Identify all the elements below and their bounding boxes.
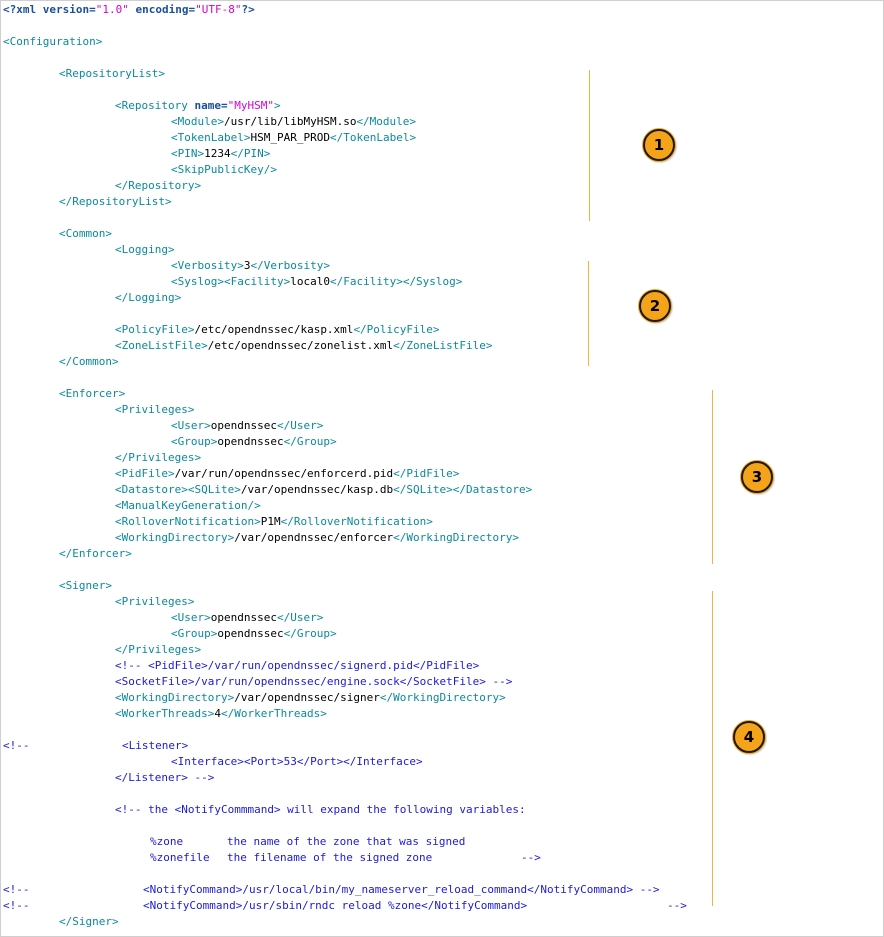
syslog-line: <Syslog><Facility>local0</Facility></Sys…	[171, 275, 463, 288]
notify-command-1-comment-marker: <!--	[3, 883, 30, 896]
listener-comment-open: <!--	[3, 739, 30, 752]
signer-open-tag: <Signer>	[59, 579, 112, 592]
zone-variable: %zone	[150, 835, 184, 848]
section-4-badge: 4	[733, 721, 765, 753]
token-label-line: <TokenLabel>HSM_PAR_PROD</TokenLabel>	[171, 131, 417, 144]
notify-command-2-comment-close: -->	[667, 899, 687, 912]
enforcer-user-line: <User>opendnssec</User>	[171, 419, 324, 432]
manual-key-generation-line: <ManualKeyGeneration/>	[115, 499, 261, 512]
common-open-tag: <Common>	[59, 227, 112, 240]
notify-command-comment: <!-- the <NotifyCommmand> will expand th…	[115, 803, 526, 816]
enforcer-open-tag: <Enforcer>	[59, 387, 126, 400]
xml-declaration: <?xml version="1.0" encoding="UTF-8"?>	[3, 3, 255, 16]
zone-list-file-line: <ZoneListFile>/etc/opendnssec/zonelist.x…	[115, 339, 493, 352]
section-4-bracket	[712, 591, 713, 906]
signer-close-tag: </Signer>	[59, 915, 119, 928]
signer-user-line: <User>opendnssec</User>	[171, 611, 324, 624]
comment-close: -->	[521, 851, 541, 864]
repository-list-close-tag: </RepositoryList>	[59, 195, 172, 208]
enforcer-privileges-open-tag: <Privileges>	[115, 403, 195, 416]
section-1-badge: 1	[643, 129, 675, 161]
notify-command-2-line: <NotifyCommand>/usr/sbin/rndc reload %zo…	[143, 899, 528, 912]
signer-privileges-open-tag: <Privileges>	[115, 595, 195, 608]
enforcer-close-tag: </Enforcer>	[59, 547, 132, 560]
listener-open-tag: <Listener>	[122, 739, 189, 752]
socket-file-comment: <SocketFile>/var/run/opendnssec/engine.s…	[115, 675, 513, 688]
pin-line: <PIN>1234</PIN>	[171, 147, 271, 160]
section-2-bracket	[588, 261, 589, 366]
logging-open-tag: <Logging>	[115, 243, 175, 256]
xml-editor[interactable]: <?xml version="1.0" encoding="UTF-8"?> <…	[0, 0, 884, 937]
logging-close-tag: </Logging>	[115, 291, 182, 304]
verbosity-line: <Verbosity>3</Verbosity>	[171, 259, 330, 272]
signer-privileges-close-tag: </Privileges>	[115, 643, 202, 656]
repository-close-tag: </Repository>	[115, 179, 202, 192]
repository-open-tag: <Repository name="MyHSM">	[115, 99, 281, 112]
module-line: <Module>/usr/lib/libMyHSM.so</Module>	[171, 115, 417, 128]
notify-command-1-line: <NotifyCommand>/usr/local/bin/my_nameser…	[143, 883, 660, 896]
section-1-bracket	[589, 70, 590, 221]
rollover-notification-line: <RolloverNotification>P1M</RolloverNotif…	[115, 515, 433, 528]
configuration-open-tag: <Configuration>	[3, 35, 103, 48]
signer-working-directory-line: <WorkingDirectory>/var/opendnssec/signer…	[115, 691, 506, 704]
notify-command-2-comment-marker: <!--	[3, 899, 30, 912]
pid-file-line: <PidFile>/var/run/opendnssec/enforcerd.p…	[115, 467, 460, 480]
enforcer-working-directory-line: <WorkingDirectory>/var/opendnssec/enforc…	[115, 531, 520, 544]
skip-public-key-line: <SkipPublicKey/>	[171, 163, 277, 176]
listener-close-comment: </Listener> -->	[115, 771, 215, 784]
enforcer-privileges-close-tag: </Privileges>	[115, 451, 202, 464]
interface-line: <Interface><Port>53</Port></Interface>	[171, 755, 423, 768]
section-3-badge: 3	[741, 461, 773, 493]
zonefile-variable-description: the filename of the signed zone	[227, 851, 433, 864]
policy-file-line: <PolicyFile>/etc/opendnssec/kasp.xml</Po…	[115, 323, 440, 336]
zone-variable-description: the name of the zone that was signed	[227, 835, 466, 848]
section-2-badge: 2	[639, 290, 671, 322]
common-close-tag: </Common>	[59, 355, 119, 368]
zonefile-variable: %zonefile	[150, 851, 210, 864]
datastore-line: <Datastore><SQLite>/var/opendnssec/kasp.…	[115, 483, 533, 496]
signer-pid-file-comment: <!-- <PidFile>/var/run/opendnssec/signer…	[115, 659, 480, 672]
worker-threads-line: <WorkerThreads>4</WorkerThreads>	[115, 707, 327, 720]
enforcer-group-line: <Group>opendnssec</Group>	[171, 435, 337, 448]
repository-list-open-tag: <RepositoryList>	[59, 67, 165, 80]
signer-group-line: <Group>opendnssec</Group>	[171, 627, 337, 640]
section-3-bracket	[712, 390, 713, 564]
